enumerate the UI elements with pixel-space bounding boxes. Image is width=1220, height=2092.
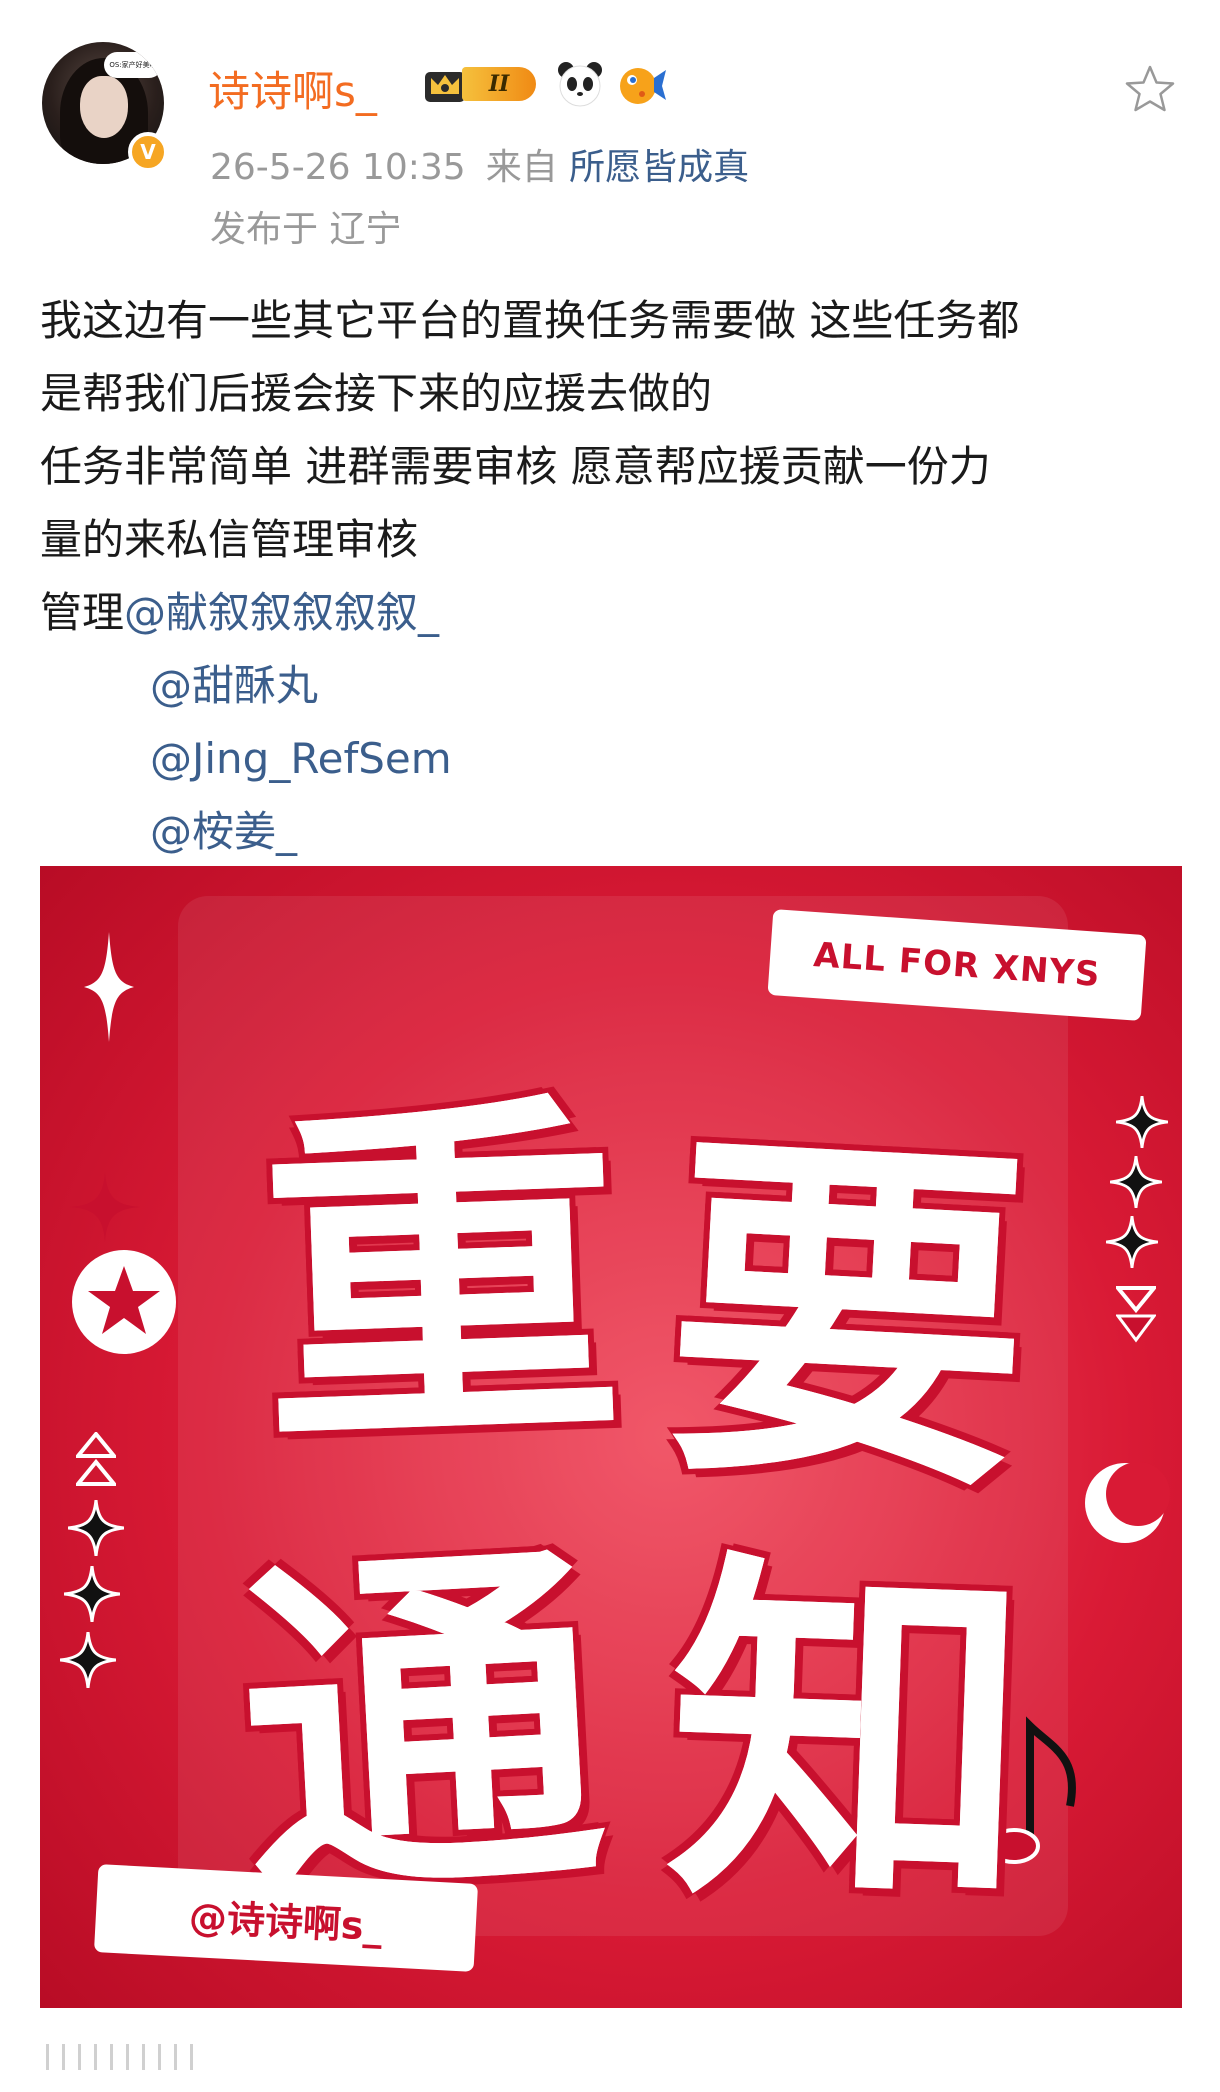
diamond-sparkle-icon: [1106, 1216, 1158, 1268]
mention-line: @甜酥丸: [40, 649, 1190, 722]
avatar-face: [80, 76, 128, 138]
timestamp: 26-5-26 10:35: [210, 147, 466, 188]
post-body: 我这边有一些其它平台的置换任务需要做 这些任务都 是帮我们后援会接下来的应援去做…: [40, 284, 1190, 868]
username[interactable]: 诗诗啊s_: [208, 58, 377, 119]
source-prefix: 来自: [485, 147, 558, 188]
diamond-sparkle-icon: [1116, 1096, 1168, 1148]
admin-line: 管理@献叙叙叙叙叙_: [40, 576, 1190, 649]
mention-link[interactable]: @桉姜_: [150, 807, 297, 856]
mention-link[interactable]: @Jing_RefSem: [150, 734, 452, 783]
poster-char: 通: [230, 1509, 613, 1948]
text-line: 任务非常简单 进群需要审核 愿意帮应援贡献一份力: [40, 442, 991, 491]
favorite-star-icon[interactable]: [1122, 62, 1178, 118]
text-line: 是帮我们后援会接下来的应援去做的: [40, 369, 713, 418]
avatar-bubble: OS:家产好美味: [104, 52, 162, 78]
mention-line: @Jing_RefSem: [40, 722, 1190, 795]
poster-char: 知: [661, 1522, 1037, 1955]
level-pill: II: [462, 67, 536, 101]
mention-line: @桉姜_: [40, 795, 1190, 868]
admin-prefix: 管理: [40, 588, 125, 637]
sparkle-red-icon: [70, 1172, 140, 1242]
post-header: OS:家产好美味 V 诗诗啊s_ II 26-5-26 10:35 来自 所愿皆成…: [0, 0, 1220, 250]
source-link[interactable]: 所愿皆成真: [569, 147, 749, 188]
sparkle-icon: [84, 932, 134, 1042]
mention-link[interactable]: @甜酥丸: [150, 661, 318, 710]
location: 发布于 辽宁: [210, 209, 402, 250]
member-level-badge[interactable]: II: [422, 62, 546, 106]
post-meta: 26-5-26 10:35 来自 所愿皆成真: [210, 138, 749, 190]
diamond-sparkle-icon: [64, 1566, 120, 1622]
diamond-sparkle-icon: [1110, 1156, 1162, 1208]
triangle-down-icon: [1116, 1286, 1156, 1343]
text-line: 我这边有一些其它平台的置换任务需要做 这些任务都: [40, 296, 1020, 345]
poster-handle: @诗诗啊s_: [93, 1864, 479, 1972]
post-image[interactable]: ALL FOR XNYS 重 要 通 知 @诗诗啊s_: [40, 866, 1182, 2008]
poster-char: 重: [253, 1062, 629, 1495]
diamond-sparkle-icon: [60, 1632, 116, 1688]
panda-icon: [558, 62, 602, 107]
text-line: 量的来私信管理审核: [40, 515, 419, 564]
triangle-stack-icon: [76, 1432, 116, 1486]
diamond-sparkle-icon: [68, 1500, 124, 1556]
loading-bars-icon: [46, 2044, 193, 2070]
verified-badge-icon: V: [128, 132, 168, 172]
pufferfish-icon: [620, 68, 666, 104]
crescent-moon-icon: [1085, 1462, 1170, 1543]
star-badge-icon: [72, 1250, 176, 1354]
mention-link[interactable]: @献叙叙叙叙叙_: [124, 588, 439, 637]
